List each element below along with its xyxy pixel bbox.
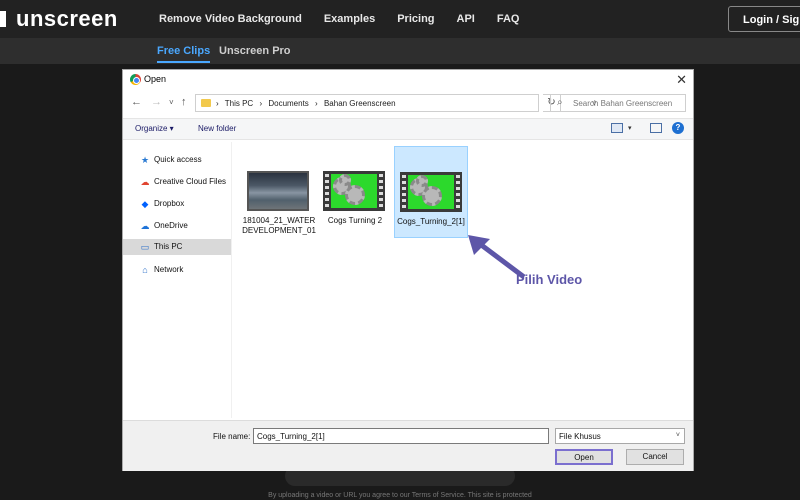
back-arrow-icon[interactable]: ← <box>131 96 142 108</box>
sidebar-item-quick-access[interactable]: ★ Quick access <box>123 152 231 168</box>
dialog-toolbar: Organize ▾ New folder ▾ ? <box>123 118 693 140</box>
dialog-footer: File name: Cogs_Turning_2[1] File Khusus… <box>123 420 693 471</box>
cancel-button[interactable]: Cancel <box>626 449 684 465</box>
breadcrumb-this-pc[interactable]: This PC <box>225 99 253 108</box>
annotation-label: Pilih Video <box>516 272 583 287</box>
search-placeholder: Search Bahan Greenscreen <box>573 99 673 108</box>
gear-icon <box>416 175 428 187</box>
new-folder-button[interactable]: New folder <box>198 124 236 133</box>
sidebar-item-label: This PC <box>154 242 183 251</box>
breadcrumb-separator: › <box>216 99 219 108</box>
nav-examples[interactable]: Examples <box>324 13 375 25</box>
nav-faq[interactable]: FAQ <box>497 13 520 25</box>
breadcrumb: › This PC › Documents › Bahan Greenscree… <box>216 99 400 108</box>
creative-cloud-icon: ☁ <box>140 177 150 187</box>
nav-remove-video-background[interactable]: Remove Video Background <box>159 13 302 25</box>
file-name: Cogs_Turning_2[1] <box>397 217 465 226</box>
breadcrumb-separator: › <box>259 99 263 108</box>
gear-icon <box>339 174 351 186</box>
breadcrumb-separator: › <box>315 99 318 108</box>
gear-icon <box>345 185 365 205</box>
star-icon: ★ <box>140 155 150 165</box>
file-type-select[interactable]: File Khusus ˅ <box>555 428 685 444</box>
organize-button[interactable]: Organize ▾ <box>135 124 174 133</box>
search-icon: ⌕ <box>557 97 563 108</box>
logo-text: unscreen <box>16 6 118 31</box>
sidebar-item-label: OneDrive <box>154 221 188 230</box>
terms-note: By uploading a video or URL you agree to… <box>268 492 532 499</box>
forward-arrow-icon[interactable]: → <box>151 96 162 108</box>
up-arrow-icon[interactable]: ↑ <box>181 96 187 108</box>
dialog-title: Open <box>144 74 167 84</box>
tab-unscreen-pro[interactable]: Unscreen Pro <box>219 45 291 57</box>
gear-icon <box>422 186 442 206</box>
nav-pricing[interactable]: Pricing <box>397 13 434 25</box>
computer-icon: ▭ <box>140 242 150 252</box>
network-icon: ⌂ <box>142 265 148 275</box>
close-icon[interactable]: ✕ <box>676 72 687 88</box>
sidebar-item-dropbox[interactable]: ◆ Dropbox <box>123 196 231 212</box>
file-item-selected[interactable]: Cogs_Turning_2[1] <box>394 146 468 238</box>
sidebar-item-label: Creative Cloud Files <box>154 177 227 186</box>
video-file-icon <box>400 172 462 212</box>
address-bar[interactable]: › This PC › Documents › Bahan Greenscree… <box>195 94 597 112</box>
sidebar-item-network[interactable]: ⌂ Network <box>123 262 231 278</box>
file-name-label: File name: <box>213 432 251 441</box>
breadcrumb-bahan-greenscreen[interactable]: Bahan Greenscreen <box>324 99 396 108</box>
file-list: 181004_21_WATERDEVELOPMENT_01 Cogs Turni… <box>231 142 694 418</box>
video-file-icon <box>323 171 385 211</box>
tab-free-clips[interactable]: Free Clips <box>157 45 211 63</box>
login-button[interactable]: Login / Sign <box>728 6 800 32</box>
file-item[interactable]: Cogs Turning 2 <box>318 146 392 238</box>
dialog-titlebar: Open ✕ <box>123 70 693 90</box>
search-input[interactable]: ⌕ Search Bahan Greenscreen <box>550 94 686 112</box>
file-item[interactable]: 181004_21_WATERDEVELOPMENT_01 <box>242 146 316 238</box>
sidebar-item-label: Quick access <box>154 155 202 164</box>
chevron-down-icon: ˅ <box>675 432 680 439</box>
video-thumbnail-icon <box>247 171 309 211</box>
dropbox-icon: ◆ <box>141 199 149 209</box>
sub-nav: Free Clips Unscreen Pro <box>0 38 800 64</box>
chrome-icon <box>130 74 141 85</box>
sidebar-item-label: Dropbox <box>154 199 185 208</box>
logo-mark-icon <box>0 11 6 27</box>
address-row: ← → ˅ ↑ › This PC › Documents › Bahan Gr… <box>123 92 693 114</box>
navigation-pane: ★ Quick access ☁ Creative Cloud Files ◆ … <box>123 142 231 417</box>
unscreen-logo[interactable]: unscreen <box>0 6 118 32</box>
view-dropdown-icon[interactable]: ▾ <box>628 124 632 132</box>
site-nav: Remove Video Background Examples Pricing… <box>148 0 530 38</box>
breadcrumb-documents[interactable]: Documents <box>268 99 308 108</box>
file-name-input[interactable]: Cogs_Turning_2[1] <box>253 428 549 444</box>
preview-pane-icon[interactable] <box>650 123 662 133</box>
help-icon[interactable]: ? <box>672 122 684 134</box>
open-file-dialog: Open ✕ ← → ˅ ↑ › This PC › Documents › B… <box>122 69 694 471</box>
open-button[interactable]: Open <box>555 449 613 465</box>
onedrive-icon: ☁ <box>140 221 150 231</box>
recent-locations-icon[interactable]: ˅ <box>169 98 174 107</box>
file-name: 181004_21_WATERDEVELOPMENT_01 <box>242 216 316 235</box>
folder-icon <box>201 99 211 107</box>
file-type-value: File Khusus <box>559 432 601 441</box>
site-header: unscreen Remove Video Background Example… <box>0 0 800 38</box>
sidebar-item-creative-cloud-files[interactable]: ☁ Creative Cloud Files <box>123 174 231 190</box>
sidebar-item-this-pc[interactable]: ▭ This PC <box>123 239 231 255</box>
view-options-icon[interactable] <box>611 123 623 133</box>
sidebar-item-onedrive[interactable]: ☁ OneDrive <box>123 218 231 234</box>
sidebar-item-label: Network <box>154 265 184 274</box>
file-name: Cogs Turning 2 <box>327 216 383 225</box>
nav-api[interactable]: API <box>457 13 475 25</box>
